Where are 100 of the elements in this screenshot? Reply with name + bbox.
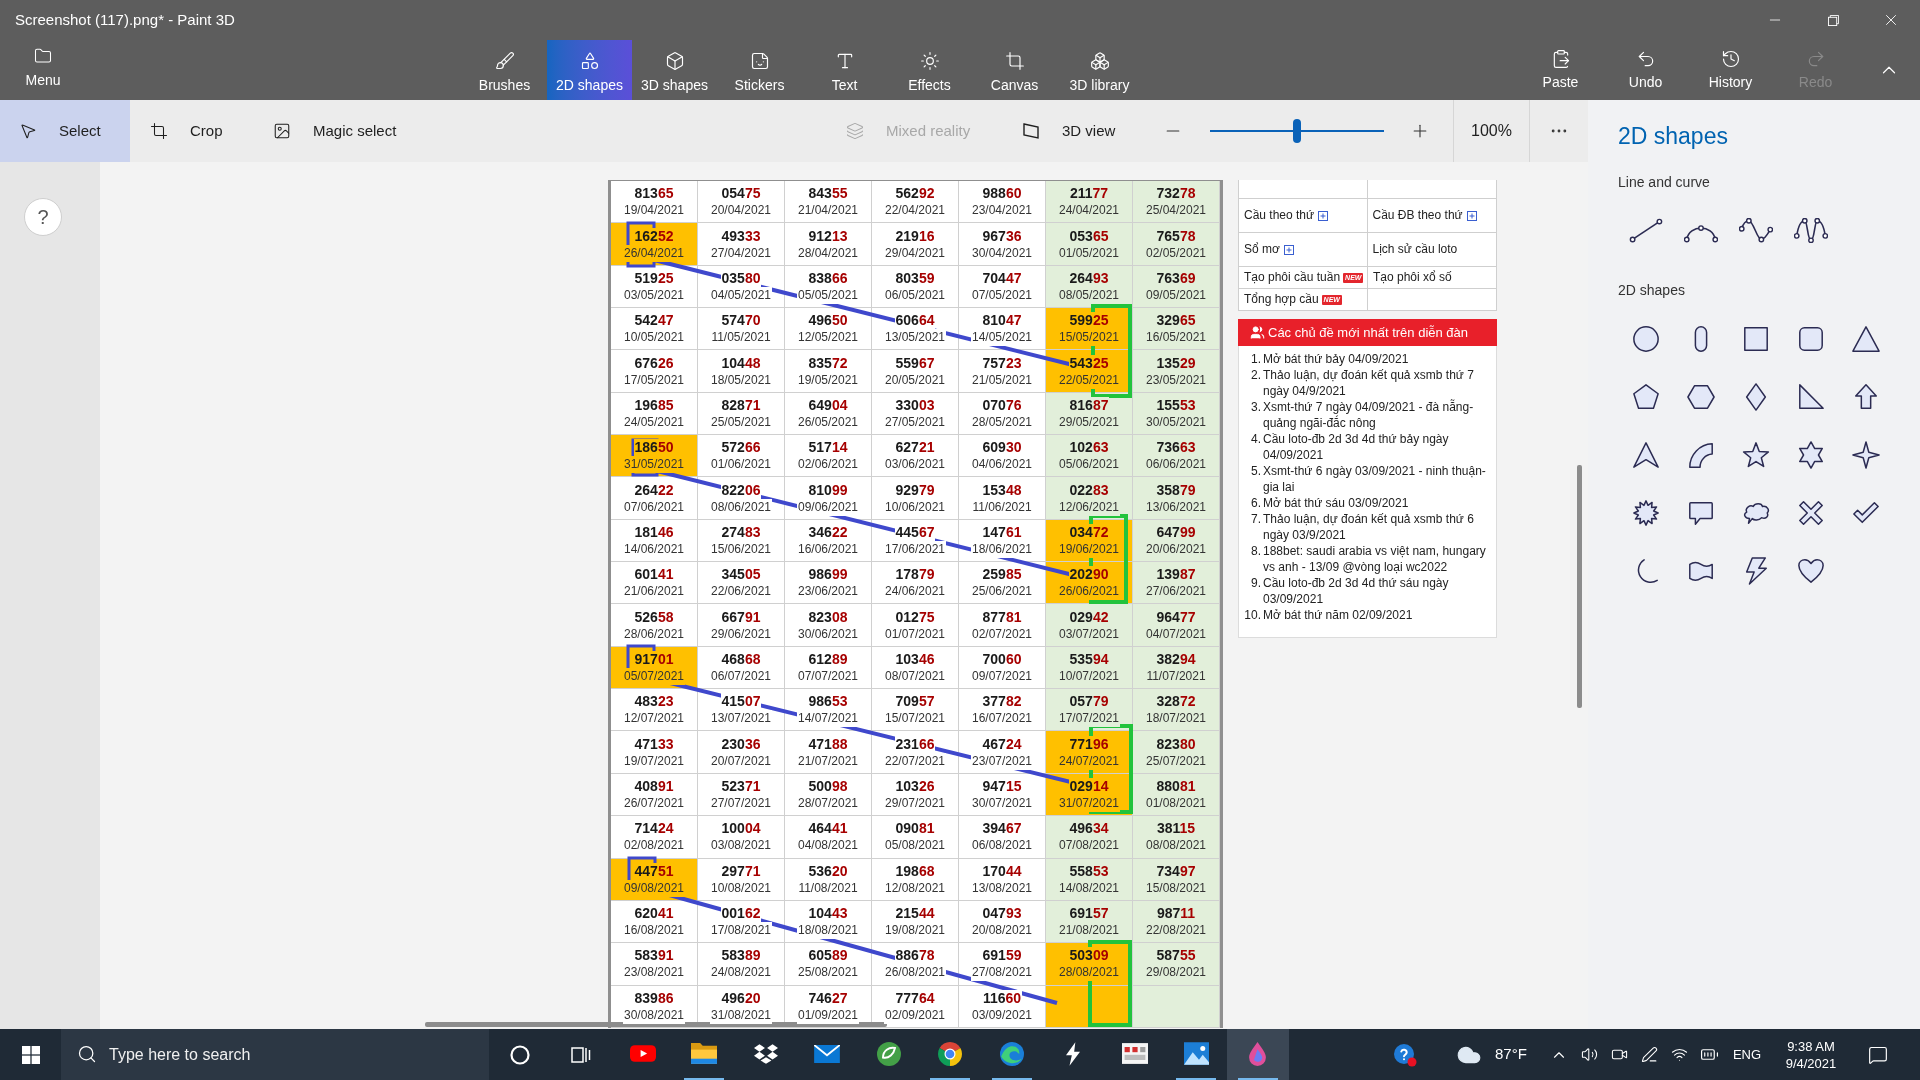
speech-bubble-icon[interactable] bbox=[1686, 499, 1715, 527]
task-view-icon[interactable] bbox=[571, 1044, 592, 1065]
forum-link[interactable]: Thảo luận, dự đoán kết quả xsmb thứ 7 ngày 04/9/2021 bbox=[1263, 367, 1489, 399]
line-icon[interactable] bbox=[1628, 217, 1663, 243]
view-button[interactable]: 3D view bbox=[1000, 100, 1140, 162]
cross-icon[interactable] bbox=[1796, 499, 1825, 527]
forum-link[interactable]: Thảo luận, dự đoán kết quả xsmb thứ 6 ngày 03/9/2021 bbox=[1263, 511, 1489, 543]
pentagon-icon[interactable] bbox=[1631, 383, 1660, 411]
help-badge-icon[interactable] bbox=[1393, 1042, 1417, 1067]
forum-link[interactable]: 188bet: saudi arabia vs việt nam, hungary vs anh - 13/09 @vòng loại wc2022 bbox=[1263, 543, 1489, 575]
leaf-circle-icon bbox=[876, 1041, 901, 1066]
lottery-number: 02914 bbox=[1068, 778, 1110, 795]
picture-icon bbox=[273, 122, 291, 140]
forum-title: Các chủ đề mới nhất trên diễn đàn bbox=[1268, 323, 1469, 342]
arrowhead-icon[interactable] bbox=[1631, 441, 1660, 469]
envelope-icon bbox=[814, 1044, 841, 1063]
slider-thumb[interactable] bbox=[1293, 119, 1301, 143]
heart-icon[interactable] bbox=[1796, 557, 1825, 585]
forum-link[interactable]: Xsmt-thứ 6 ngày 03/09/2021 - ninh thuận-gia lai bbox=[1263, 463, 1489, 495]
diamonds-icon bbox=[753, 1043, 778, 1064]
lottery-number: 16252 bbox=[633, 227, 675, 245]
forum-link[interactable]: Mở bát thứ sáu 03/09/2021 bbox=[1263, 495, 1489, 511]
list-number: 1. bbox=[1250, 351, 1261, 367]
lottery-number: 50309 bbox=[1068, 947, 1110, 965]
curved-segment-icon[interactable] bbox=[1686, 441, 1715, 469]
square-icon[interactable] bbox=[1741, 325, 1770, 353]
sidebar-link[interactable]: Cầu ĐB theo thứ bbox=[1372, 208, 1477, 223]
window-title: Screenshot (117).png* - Paint 3D bbox=[15, 9, 235, 30]
toolbar-tab[interactable]: Stickers bbox=[717, 40, 802, 100]
menu-button[interactable]: Menu bbox=[0, 40, 86, 100]
draw-date: 23/07/2021 bbox=[970, 752, 1034, 770]
toolbar-button[interactable]: Paste bbox=[1518, 40, 1603, 100]
toolbar-tab[interactable]: 3D library bbox=[1057, 40, 1142, 100]
triangle-icon[interactable] bbox=[1851, 325, 1880, 353]
cube-icon bbox=[664, 51, 685, 71]
clock-time[interactable]: 9:38 AM bbox=[1787, 1037, 1835, 1055]
right-triangle-icon[interactable] bbox=[1796, 383, 1825, 411]
help-button[interactable]: ? bbox=[24, 198, 62, 236]
toolbar-tab[interactable]: 2D shapes bbox=[547, 40, 632, 100]
forum-link[interactable]: Cầu loto-đb 2d 3d 4d thứ bảy ngày 04/09/2021 bbox=[1263, 431, 1489, 463]
draw-date: 18/08/2021 bbox=[796, 922, 860, 939]
pen-icon[interactable] bbox=[1640, 1046, 1658, 1063]
drop-icon bbox=[1249, 1041, 1267, 1066]
sidebar-link[interactable]: Tạo phôi xổ số bbox=[1373, 270, 1452, 285]
circle-icon[interactable] bbox=[1631, 325, 1660, 353]
four-point-star-icon[interactable] bbox=[1851, 441, 1880, 469]
language-indicator[interactable]: ENG bbox=[1724, 1029, 1770, 1080]
forum-link[interactable]: Xsmt-thứ 7 ngày 04/09/2021 - đà nẵng-quảng ngãi-đắc nông bbox=[1263, 399, 1489, 431]
folder-icon bbox=[34, 47, 52, 65]
sun-icon bbox=[919, 51, 940, 71]
sidebar-link[interactable]: Sổ mơ bbox=[1244, 242, 1294, 257]
cubes-icon bbox=[1089, 51, 1110, 71]
curve-icon[interactable] bbox=[1738, 217, 1773, 243]
toolbar-button[interactable]: History bbox=[1688, 40, 1773, 100]
restore-icon[interactable] bbox=[1827, 14, 1839, 26]
vertical-scrollbar[interactable] bbox=[1577, 465, 1582, 708]
notification-icon[interactable] bbox=[1868, 1044, 1888, 1065]
search-icon bbox=[77, 1044, 97, 1064]
toolbar-tab[interactable]: Effects bbox=[887, 40, 972, 100]
brush-icon bbox=[494, 51, 515, 71]
forum-link[interactable]: Cầu loto-đb 2d 3d 4d thứ sáu ngày 03/09/2021 bbox=[1263, 575, 1489, 607]
toolbar-button[interactable]: Undo bbox=[1603, 40, 1688, 100]
sidebar-link[interactable]: Lịch sử cầu loto bbox=[1372, 242, 1458, 257]
people-icon bbox=[1250, 325, 1265, 340]
toolbar-tab[interactable]: Brushes bbox=[462, 40, 547, 100]
list-number: 5. bbox=[1250, 463, 1261, 479]
tool-button[interactable]: Crop bbox=[130, 100, 250, 162]
list-number: 7. bbox=[1250, 511, 1261, 527]
draw-date: 24/07/2021 bbox=[1057, 752, 1121, 770]
wifi-icon[interactable] bbox=[1670, 1046, 1688, 1063]
burst-icon[interactable] bbox=[1631, 499, 1660, 527]
window-tiles-icon bbox=[1121, 1043, 1148, 1064]
lottery-number: 23166 bbox=[894, 735, 936, 753]
draw-date: 15/05/2021 bbox=[1057, 329, 1121, 347]
toolbar-tab[interactable]: Text bbox=[802, 40, 887, 100]
draw-date: 27/08/2021 bbox=[970, 964, 1034, 982]
forum-link[interactable]: Mở bát thứ bảy 04/09/2021 bbox=[1263, 351, 1489, 367]
toolbar-tab[interactable]: Canvas bbox=[972, 40, 1057, 100]
tool-button[interactable]: Magic select bbox=[250, 100, 420, 162]
toolbar-tab[interactable]: 3D shapes bbox=[632, 40, 717, 100]
rounded-square-icon[interactable] bbox=[1796, 325, 1825, 353]
sidebar-link[interactable]: Cầu theo thứ bbox=[1244, 208, 1329, 223]
wave-icon[interactable] bbox=[1793, 217, 1828, 243]
star-icon[interactable] bbox=[1741, 441, 1770, 469]
draw-date: 28/08/2021 bbox=[1057, 964, 1121, 982]
ring-icon[interactable] bbox=[509, 1044, 530, 1065]
six-point-star-icon[interactable] bbox=[1796, 441, 1825, 469]
windows-logo-icon[interactable] bbox=[21, 1045, 40, 1064]
clock-date[interactable]: 9/4/2021 bbox=[1785, 1054, 1837, 1072]
hexagon-icon[interactable] bbox=[1686, 383, 1715, 411]
crop-icon bbox=[150, 122, 168, 140]
weather-temperature[interactable]: 87°F bbox=[1489, 1029, 1539, 1080]
lottery-number: 59925 bbox=[1068, 312, 1110, 330]
speaker-icon[interactable] bbox=[1580, 1046, 1598, 1063]
forum-link[interactable]: Mở bát thứ năm 02/09/2021 bbox=[1263, 607, 1489, 623]
list-number: 6. bbox=[1250, 495, 1261, 511]
tool-button[interactable]: Select bbox=[0, 100, 130, 162]
search-field[interactable]: Type here to search bbox=[61, 1029, 489, 1080]
lottery-number: 60664 bbox=[894, 312, 936, 330]
horizontal-scrollbar[interactable] bbox=[425, 1022, 887, 1027]
